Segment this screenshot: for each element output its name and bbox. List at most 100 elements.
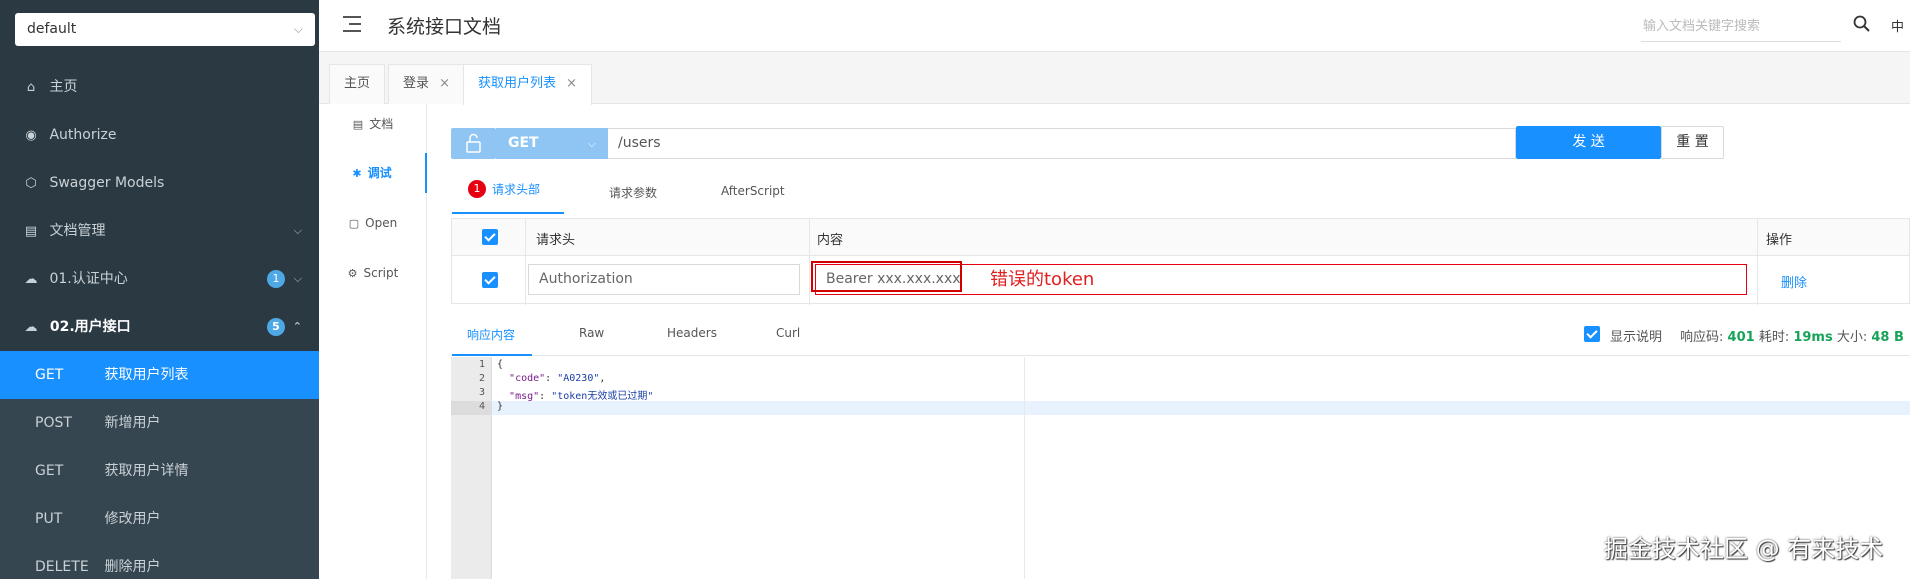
delete-header-link[interactable]: 删除 [1781,272,1807,291]
select-all-checkbox[interactable] [482,229,498,245]
http-method: GET [35,463,64,479]
tab-response-content[interactable]: 响应内容 [467,326,515,343]
tab-get-user-list[interactable]: 获取用户列表 × [463,64,593,105]
editor-gutter: 1 2 3 4 [451,357,492,579]
api-inner-nav: ▤ 文档 ✱ 调试 ▢ Open ⚙ Script [319,104,427,579]
method-value: GET [508,135,539,151]
file-icon: ▢ [348,217,360,230]
sidebar-item-authorize[interactable]: ◉ Authorize [0,111,319,159]
chevron-down-icon: ⌵ [587,137,596,150]
sidebar-item-swagger-models[interactable]: ⬡ Swagger Models [0,159,319,207]
method-select[interactable]: GET ⌵ [496,128,608,159]
sidebar-item-label: 文档管理 [49,223,106,239]
annotation-text: 错误的token [990,269,1095,290]
close-icon[interactable]: × [566,76,577,91]
sidebar-nav: ⌂ 主页 ◉ Authorize ⬡ Swagger Models ▤ 文档管理… [0,63,319,579]
send-button[interactable]: 发 送 [1516,126,1661,159]
http-method: DELETE [35,559,89,575]
sidebar-sub-item[interactable]: PUT 修改用户 [0,495,319,543]
sidebar-sub-item-label: 删除用户 [104,559,161,575]
code-line: "code": "A0230", [509,373,606,384]
tab-label: 请求头部 [492,182,541,197]
status-code-label: 响应码: [1680,330,1724,345]
sidebar-sub-item-label: 新增用户 [104,415,161,431]
lock-icon: ◉ [25,128,37,143]
show-desc-label: 显示说明 [1610,330,1663,345]
unlock-icon [466,133,481,153]
home-icon: ⌂ [26,80,36,95]
http-method: POST [35,415,72,431]
unlock-button[interactable] [451,128,496,159]
sidebar-sub-item-label: 修改用户 [104,511,161,527]
cube-icon: ⬡ [25,176,37,191]
search-input[interactable] [1641,12,1841,42]
close-icon[interactable]: × [439,76,450,91]
chevron-down-icon: ⌵ [293,272,302,285]
inner-nav-debug[interactable]: ✱ 调试 [319,153,427,193]
sidebar-item-label: Swagger Models [49,175,165,191]
table-header-row [452,219,1909,256]
http-method: PUT [35,511,63,527]
inner-nav-doc[interactable]: ▤ 文档 [319,104,427,144]
json-value: "token无效或已过期" [551,391,654,402]
tab-request-params[interactable]: 请求参数 [609,184,657,214]
json-key: "code" [509,373,546,384]
line-number: 4 [478,401,485,412]
inner-nav-open[interactable]: ▢ Open [319,203,427,243]
current-line-highlight [492,401,1910,415]
cloud-icon: ☁ [24,272,38,287]
tab-after-script[interactable]: AfterScript [721,184,785,214]
tab-headers[interactable]: Headers [667,326,717,340]
sidebar-item-doc-manage[interactable]: ▤ 文档管理 ⌵ [0,207,319,255]
line-number: 3 [478,387,485,398]
error-count-badge: 1 [468,180,486,198]
sidebar-sub-item[interactable]: GET 获取用户列表 [0,351,319,399]
json-value: "A0230" [557,373,600,384]
tab-label: 主页 [344,76,371,91]
column-header-key: 请求头 [536,233,576,248]
sidebar-sub-item[interactable]: GET 获取用户详情 [0,447,319,495]
active-tab-underline [452,354,532,356]
line-number: 2 [478,373,485,384]
group-select-value: default [27,21,77,37]
http-method: GET [35,367,64,383]
tab-login[interactable]: 登录 × [388,64,466,104]
row-checkbox[interactable] [482,272,498,288]
code-line: { [497,359,504,370]
code-line: "msg": "token无效或已过期" [509,391,654,402]
sidebar: default ⌵ ⌂ 主页 ◉ Authorize ⬡ Swagger Mod… [0,0,319,579]
reset-button[interactable]: 重 置 [1661,126,1724,159]
inner-nav-label: 调试 [367,166,392,180]
annotation-highlight-box [811,261,962,292]
tab-curl[interactable]: Curl [776,326,800,340]
chevron-down-icon: ⌵ [293,22,303,36]
inner-nav-script[interactable]: ⚙ Script [319,253,427,293]
count-badge: 1 [267,270,285,288]
tab-label: 获取用户列表 [478,76,557,91]
group-select[interactable]: default ⌵ [15,13,315,46]
sidebar-sub-item[interactable]: DELETE 删除用户 [0,543,319,579]
sidebar-sub-item[interactable]: POST 新增用户 [0,399,319,447]
tab-raw[interactable]: Raw [579,326,604,340]
doc-manage-icon: ▤ [24,224,38,239]
header-key-input[interactable]: Authorization [528,264,800,295]
size-label: 大小: [1836,330,1868,345]
tab-request-headers[interactable]: 1 请求头部 [468,180,540,210]
user-api-sublist: GET 获取用户列表 POST 新增用户 GET 获取用户详情 PUT 修改用户… [0,351,319,579]
response-meta: 响应码: 401 耗时: 19ms 大小: 48 B [1680,326,1904,345]
watermark: 掘金技术社区 @ 有来技术 [1604,535,1884,563]
menu-toggle-icon[interactable] [343,14,363,34]
tab-home[interactable]: 主页 [329,64,386,104]
sidebar-sub-item-label: 获取用户列表 [104,367,189,383]
json-key: "msg" [509,391,540,402]
url-input[interactable]: /users [608,128,1516,159]
sidebar-item-user-api[interactable]: ☁ 02.用户接口 5 ⌃ [0,303,319,351]
language-switch[interactable]: 中 [1891,16,1904,35]
sidebar-item-auth-center[interactable]: ☁ 01.认证中心 1 ⌵ [0,255,319,303]
inner-nav-label: Script [363,266,399,280]
search-icon[interactable] [1853,15,1871,33]
gear-icon: ⚙ [347,267,358,280]
sidebar-item-home[interactable]: ⌂ 主页 [0,63,319,111]
bug-icon: ✱ [352,167,362,180]
show-desc-checkbox[interactable] [1584,326,1600,342]
